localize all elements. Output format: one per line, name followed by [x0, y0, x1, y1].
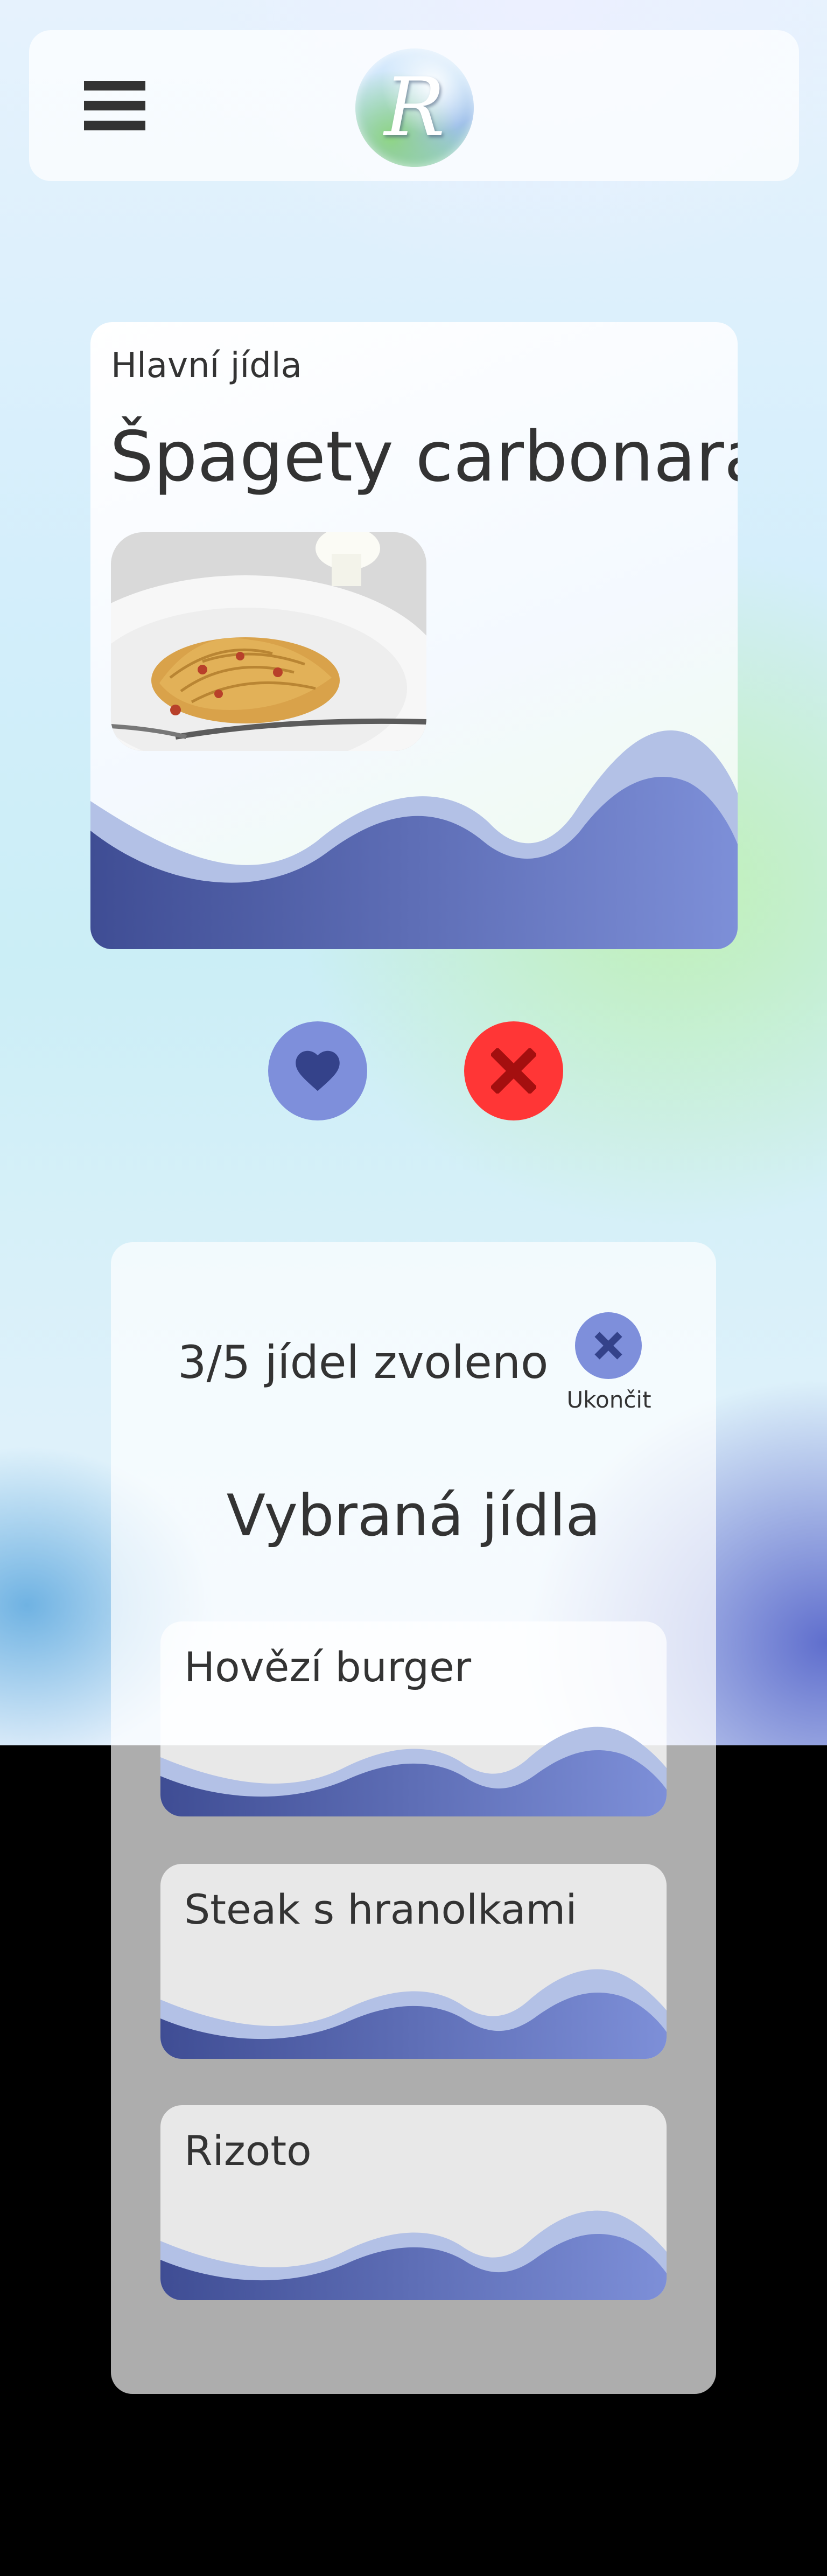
card-wave-decoration — [90, 730, 738, 949]
hamburger-menu-icon[interactable] — [84, 81, 145, 130]
like-button[interactable] — [268, 1021, 367, 1120]
dish-category: Hlavní jídla — [111, 346, 302, 386]
selected-dish-item[interactable]: Rizoto — [160, 2105, 667, 2300]
dislike-button[interactable] — [464, 1021, 563, 1120]
logo-letter: R — [384, 61, 445, 155]
dish-title: Špagety carbonara — [110, 417, 738, 497]
selected-dish-name: Hovězí burger — [184, 1643, 472, 1691]
selected-dish-item[interactable]: Steak s hranolkami — [160, 1864, 667, 2059]
selection-progress: 3/5 jídel zvoleno — [178, 1336, 549, 1389]
dish-wave-decoration — [160, 2210, 667, 2300]
close-icon — [594, 1332, 622, 1360]
end-button-label: Ukončit — [566, 1387, 651, 1413]
dish-wave-decoration — [160, 1726, 667, 1816]
selected-dishes-panel: 3/5 jídel zvoleno Ukončit Vybraná jídla … — [111, 1242, 716, 2394]
heart-icon — [296, 1050, 340, 1091]
app-logo: R — [355, 48, 474, 167]
dish-card[interactable]: Hlavní jídla Špagety carbonara — [90, 322, 738, 949]
close-icon — [491, 1048, 536, 1094]
selected-dish-name: Steak s hranolkami — [184, 1885, 577, 1933]
dish-wave-decoration — [160, 1969, 667, 2059]
selected-dish-item[interactable]: Hovězí burger — [160, 1621, 667, 1816]
selected-dishes-heading: Vybraná jídla — [226, 1482, 601, 1549]
end-button[interactable] — [575, 1312, 642, 1379]
selected-dish-name: Rizoto — [184, 2127, 312, 2175]
